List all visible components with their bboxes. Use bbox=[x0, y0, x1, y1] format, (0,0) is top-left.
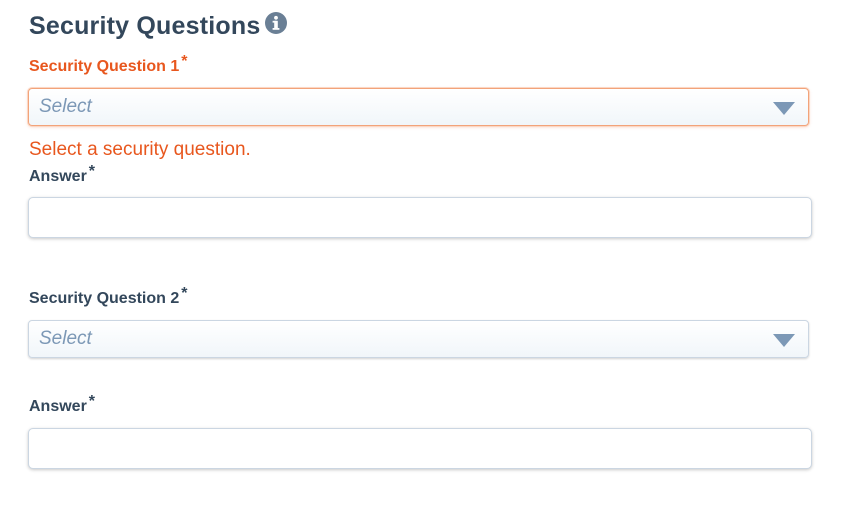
security-question-2-label-text: Security Question 2 bbox=[29, 290, 180, 307]
security-question-1-select[interactable]: Select bbox=[28, 88, 809, 126]
required-marker: * bbox=[181, 285, 188, 302]
required-marker: * bbox=[181, 53, 188, 70]
answer-2-label-text: Answer bbox=[29, 398, 87, 415]
required-marker: * bbox=[88, 163, 96, 180]
answer-1-label-text: Answer bbox=[29, 168, 87, 185]
info-icon[interactable] bbox=[264, 11, 288, 35]
answer-1-input[interactable] bbox=[28, 197, 812, 238]
security-question-1-select-value: Select bbox=[39, 96, 92, 117]
answer-2-input[interactable] bbox=[28, 428, 812, 469]
section-title: Security Questions bbox=[29, 8, 288, 44]
answer-1-label: Answer * bbox=[29, 163, 95, 186]
security-question-2-select-value: Select bbox=[39, 328, 92, 349]
answer-2-label: Answer * bbox=[29, 393, 95, 416]
security-question-2-label: Security Question 2 * bbox=[29, 285, 188, 308]
required-marker: * bbox=[88, 393, 96, 410]
security-question-1-label-text: Security Question 1 bbox=[29, 58, 180, 75]
security-question-1-error: Select a security question. bbox=[29, 139, 251, 160]
security-question-1-label: Security Question 1 * bbox=[29, 53, 188, 76]
chevron-down-icon bbox=[773, 102, 795, 115]
security-question-2-select[interactable]: Select bbox=[28, 320, 809, 358]
chevron-down-icon bbox=[773, 334, 795, 347]
section-title-text: Security Questions bbox=[29, 11, 261, 40]
